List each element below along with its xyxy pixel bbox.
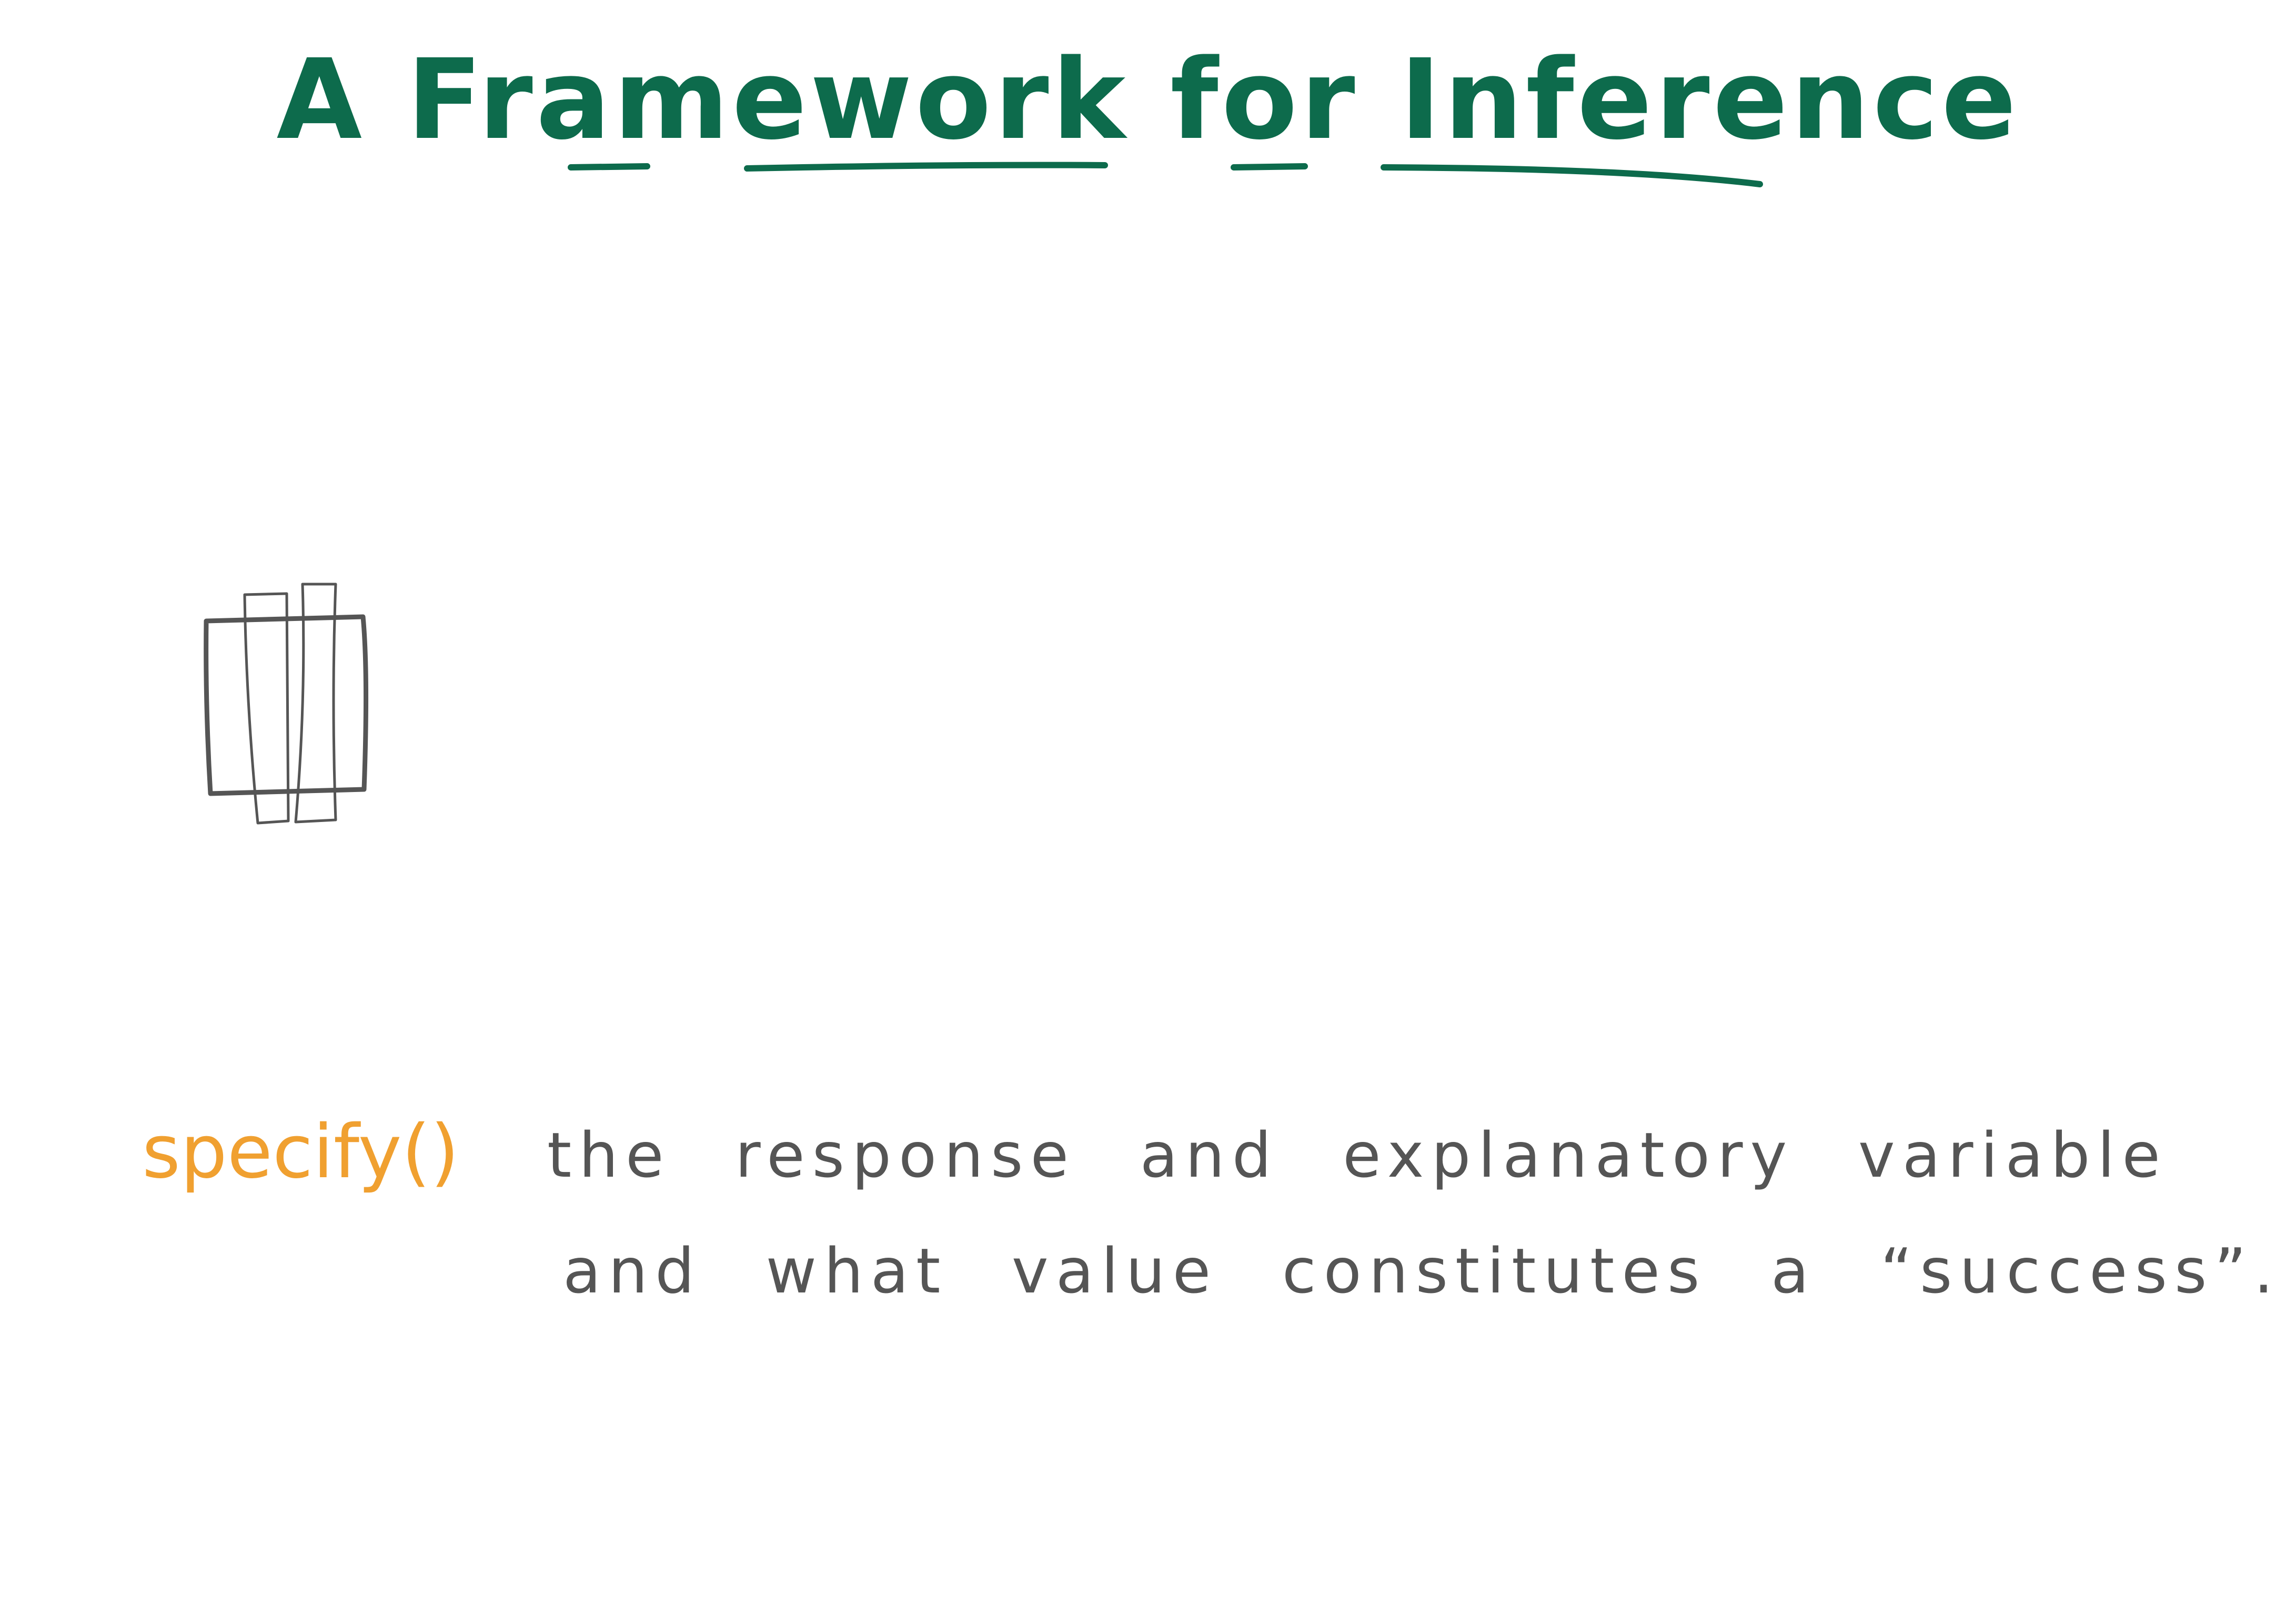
underline-group	[568, 162, 1763, 187]
specify-verb: specify()	[142, 1109, 459, 1195]
underline-a	[568, 163, 650, 171]
title-underlines	[568, 162, 1763, 187]
underline-for	[1231, 163, 1308, 171]
description-line-2: and what value constitutes a “success”.	[563, 1235, 2281, 1307]
underline-framework	[744, 162, 1108, 172]
description-line-1: the response and explanatory variable	[547, 1119, 2168, 1191]
underline-inference	[1381, 164, 1763, 187]
data-table-sketch-icon	[204, 583, 369, 825]
table-column-1	[243, 592, 290, 825]
